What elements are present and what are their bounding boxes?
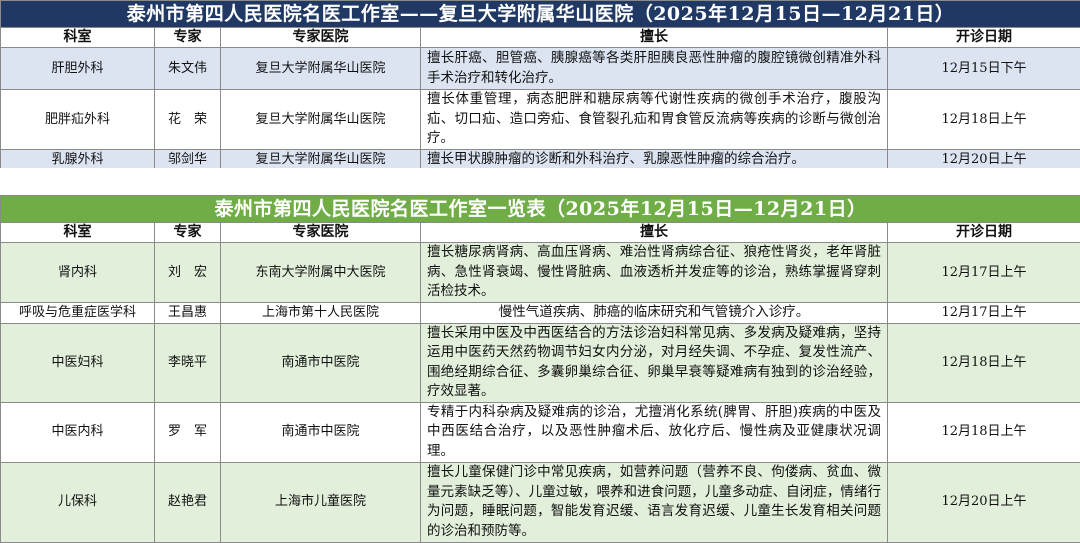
expert-cell: 罗 军 [155,402,221,462]
hospital-cell: 上海市第十人民医院 [221,303,421,324]
expert-cell: 赵艳君 [155,462,221,542]
column-header-date: 开诊日期 [888,223,1080,243]
date-cell: 12月17日上午 [888,243,1080,303]
date-cell: 12月20日上午 [888,149,1080,170]
column-header-dept: 科室 [1,28,155,48]
table-title: 泰州市第四人民医院名医工作室一览表（2025年12月15日—12月21日） [1,196,1080,223]
specialty-cell: 擅长甲状腺肿瘤的诊断和外科治疗、乳腺恶性肿瘤的综合治疗。 [421,149,888,170]
table-spacer [0,168,1080,195]
hospital-cell: 东南大学附属中大医院 [221,243,421,303]
column-header-specialty: 擅长 [421,28,888,48]
table-row: 肾内科 刘 宏 东南大学附属中大医院 擅长糖尿病肾病、高血压肾病、难治性肾病综合… [1,243,1080,303]
column-header-hospital: 专家医院 [221,223,421,243]
date-cell: 12月15日下午 [888,48,1080,90]
specialty-cell: 擅长采用中医及中西医结合的方法诊治妇科常见病、多发病及疑难病，坚持运用中医药天然… [421,323,888,402]
column-header-dept: 科室 [1,223,155,243]
table-row: 中医内科 罗 军 南通市中医院 专精于内科杂病及疑难病的诊治，尤擅消化系统(脾胃… [1,402,1080,462]
hospital-cell: 复旦大学附属华山医院 [221,48,421,90]
specialty-cell: 擅长体重管理，病态肥胖和糖尿病等代谢性疾病的微创手术治疗，腹股沟疝、切口疝、造口… [421,90,888,150]
specialty-cell: 擅长糖尿病肾病、高血压肾病、难治性肾病综合征、狼疮性肾炎，老年肾脏病、急性肾衰竭… [421,243,888,303]
column-header-expert: 专家 [155,223,221,243]
table-title: 泰州市第四人民医院名医工作室——复旦大学附属华山医院（2025年12月15日—1… [1,1,1080,28]
date-cell: 12月18日上午 [888,323,1080,402]
dept-cell: 肝胆外科 [1,48,155,90]
column-header-expert: 专家 [155,28,221,48]
hospital-cell: 复旦大学附属华山医院 [221,90,421,150]
hospital-cell: 南通市中医院 [221,402,421,462]
hospital-cell: 复旦大学附属华山医院 [221,149,421,170]
table-row: 肥胖疝外科 花 荣 复旦大学附属华山医院 擅长体重管理，病态肥胖和糖尿病等代谢性… [1,90,1080,150]
dept-cell: 肥胖疝外科 [1,90,155,150]
specialty-cell: 擅长肝癌、胆管癌、胰腺癌等各类肝胆胰良恶性肿瘤的腹腔镜微创精准外科手术治疗和转化… [421,48,888,90]
schedule-sheet: 泰州市第四人民医院名医工作室——复旦大学附属华山医院（2025年12月15日—1… [0,0,1080,541]
column-header-specialty: 擅长 [421,223,888,243]
specialty-cell: 擅长儿童保健门诊中常见疾病，如营养问题（营养不良、佝偻病、贫血、微量元素缺乏等）… [421,462,888,542]
column-header-date: 开诊日期 [888,28,1080,48]
dept-cell: 肾内科 [1,243,155,303]
date-cell: 12月18日上午 [888,402,1080,462]
date-cell: 12月20日上午 [888,462,1080,542]
dept-cell: 中医内科 [1,402,155,462]
hospital-cell: 南通市中医院 [221,323,421,402]
dept-cell: 儿保科 [1,462,155,542]
expert-cell: 朱文伟 [155,48,221,90]
dept-cell: 中医妇科 [1,323,155,402]
expert-cell: 刘 宏 [155,243,221,303]
expert-cell: 花 荣 [155,90,221,150]
table-row: 乳腺外科 邬剑华 复旦大学附属华山医院 擅长甲状腺肿瘤的诊断和外科治疗、乳腺恶性… [1,149,1080,170]
column-header-hospital: 专家医院 [221,28,421,48]
huashan-schedule-table: 泰州市第四人民医院名医工作室——复旦大学附属华山医院（2025年12月15日—1… [0,0,1080,170]
expert-cell: 邬剑华 [155,149,221,170]
specialty-cell: 专精于内科杂病及疑难病的诊治，尤擅消化系统(脾胃、肝胆)疾病的中医及中西医结合治… [421,402,888,462]
expert-cell: 李晓平 [155,323,221,402]
date-cell: 12月17日上午 [888,303,1080,324]
famous-doctor-schedule-table: 泰州市第四人民医院名医工作室一览表（2025年12月15日—12月21日） 科室… [0,195,1080,543]
expert-cell: 王昌惠 [155,303,221,324]
table-row: 儿保科 赵艳君 上海市儿童医院 擅长儿童保健门诊中常见疾病，如营养问题（营养不良… [1,462,1080,542]
dept-cell: 乳腺外科 [1,149,155,170]
specialty-cell: 慢性气道疾病、肺癌的临床研究和气管镜介入诊疗。 [421,303,888,324]
table-row: 呼吸与危重症医学科 王昌惠 上海市第十人民医院 慢性气道疾病、肺癌的临床研究和气… [1,303,1080,324]
dept-cell: 呼吸与危重症医学科 [1,303,155,324]
table-row: 肝胆外科 朱文伟 复旦大学附属华山医院 擅长肝癌、胆管癌、胰腺癌等各类肝胆胰良恶… [1,48,1080,90]
date-cell: 12月18日上午 [888,90,1080,150]
table-row: 中医妇科 李晓平 南通市中医院 擅长采用中医及中西医结合的方法诊治妇科常见病、多… [1,323,1080,402]
hospital-cell: 上海市儿童医院 [221,462,421,542]
